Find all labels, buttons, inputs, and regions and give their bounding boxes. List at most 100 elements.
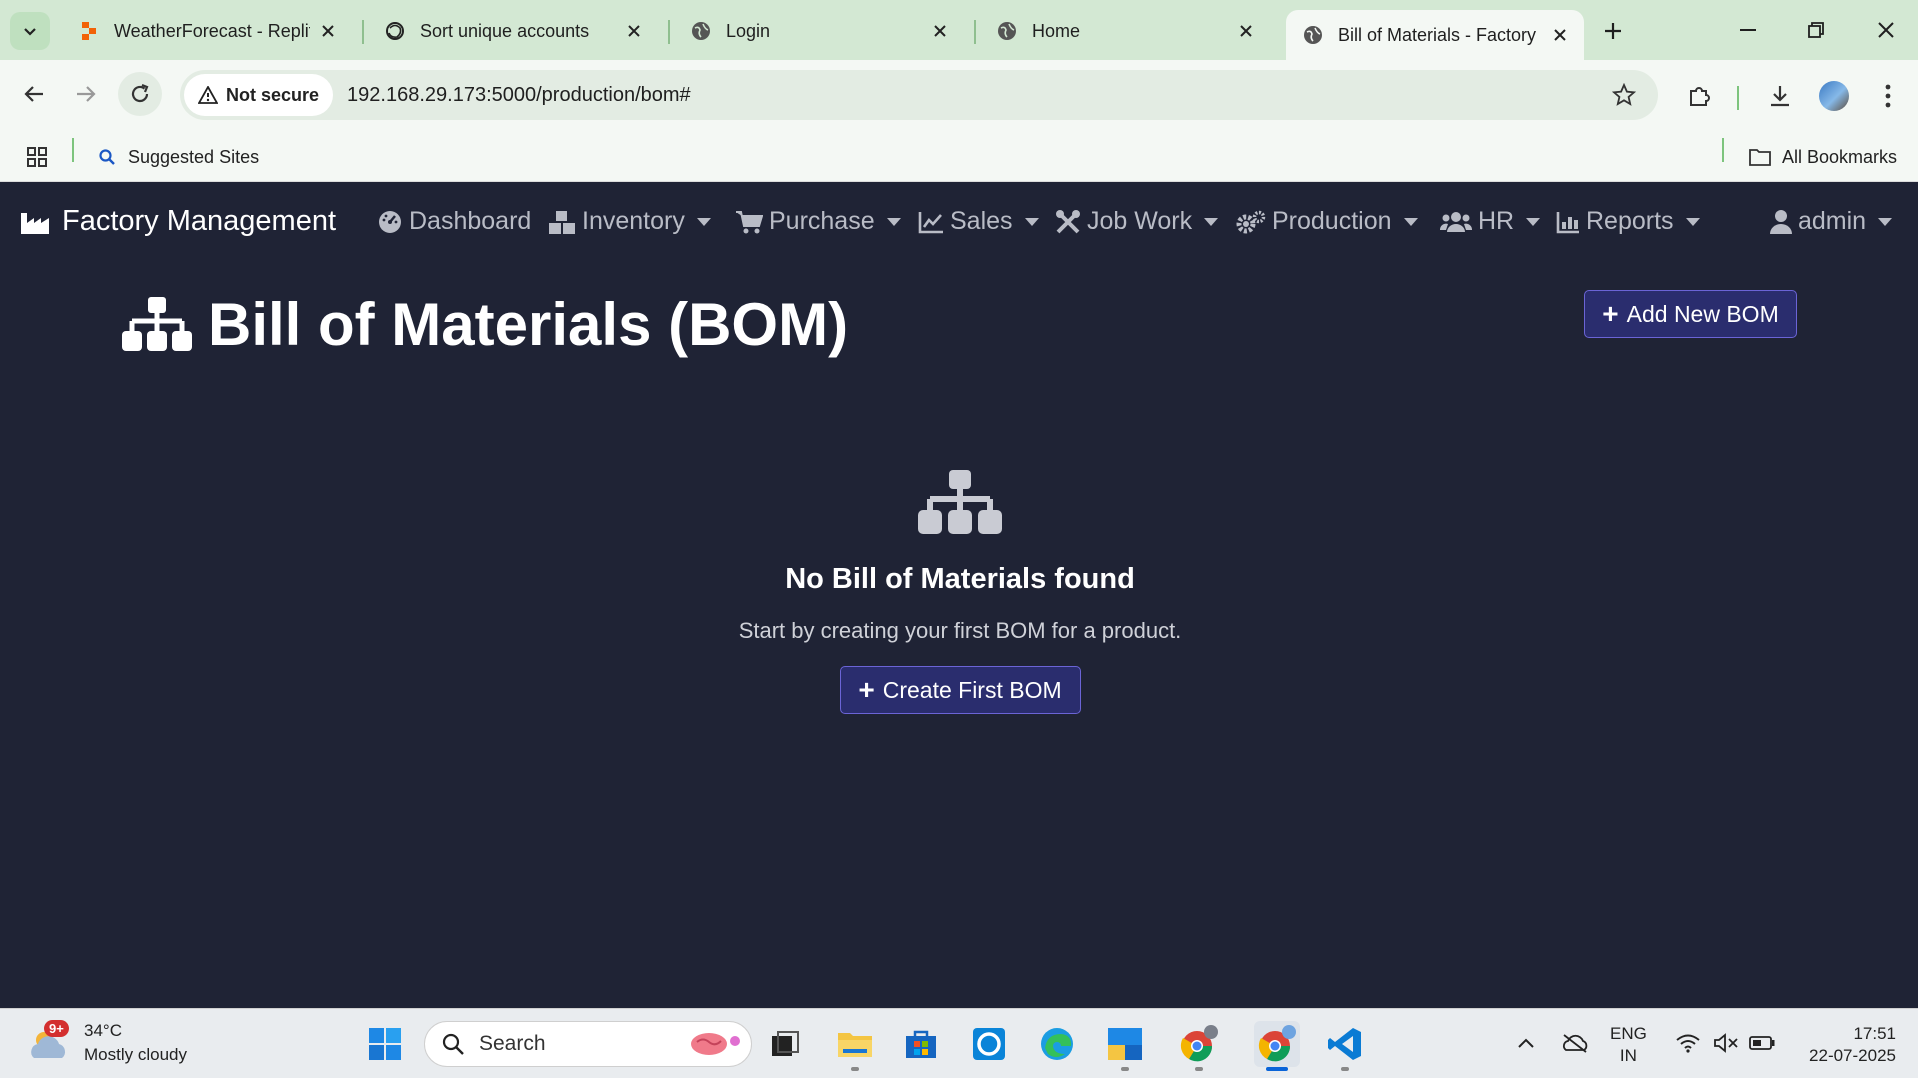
create-first-bom-button[interactable]: + Create First BOM bbox=[839, 666, 1081, 714]
security-label: Not secure bbox=[226, 84, 320, 105]
caret-down-icon bbox=[1878, 217, 1893, 226]
weather-widget[interactable]: 9+ 34°C Mostly cloudy bbox=[26, 1019, 187, 1067]
arrow-right-icon bbox=[77, 86, 96, 102]
tab-home[interactable]: Home bbox=[980, 10, 1270, 52]
nav-sales[interactable]: Sales bbox=[918, 207, 1039, 236]
notes-app-icon bbox=[1108, 1028, 1142, 1060]
nav-job-work[interactable]: Job Work bbox=[1055, 207, 1219, 236]
nav-purchase[interactable]: Purchase bbox=[735, 207, 901, 236]
tab-search-button[interactable] bbox=[10, 12, 50, 50]
apps-button[interactable] bbox=[26, 142, 48, 172]
taskbar-search[interactable]: Search bbox=[424, 1021, 752, 1067]
close-icon[interactable] bbox=[930, 21, 950, 41]
reload-button[interactable] bbox=[118, 72, 162, 116]
folder-icon bbox=[838, 1033, 872, 1057]
new-tab-button[interactable] bbox=[1596, 16, 1630, 46]
add-new-bom-button[interactable]: + Add New BOM bbox=[1584, 290, 1797, 338]
bookmark-star-button[interactable] bbox=[1604, 83, 1644, 107]
forward-button[interactable] bbox=[64, 72, 108, 116]
bookmarks-bar: Suggested Sites All Bookmarks bbox=[0, 132, 1918, 182]
page-title: Bill of Materials (BOM) bbox=[122, 290, 848, 359]
cortana-button[interactable] bbox=[966, 1021, 1012, 1067]
extensions-button[interactable] bbox=[1682, 78, 1718, 114]
show-hidden-icons-button[interactable] bbox=[1514, 1031, 1538, 1055]
globe-icon bbox=[690, 20, 712, 42]
close-icon[interactable] bbox=[624, 21, 644, 41]
close-window-button[interactable] bbox=[1866, 14, 1906, 46]
active-indicator bbox=[1266, 1067, 1288, 1071]
bookmark-all-bookmarks[interactable]: All Bookmarks bbox=[1748, 142, 1897, 172]
caret-down-icon bbox=[886, 217, 901, 226]
profile-button[interactable] bbox=[1816, 78, 1852, 114]
start-button[interactable] bbox=[362, 1021, 408, 1067]
address-bar[interactable]: Not secure 192.168.29.173:5000/productio… bbox=[180, 70, 1658, 120]
tab-bill-of-materials[interactable]: Bill of Materials - Factory bbox=[1286, 10, 1584, 60]
volume-button[interactable] bbox=[1712, 1031, 1740, 1055]
bookmark-suggested-sites[interactable]: Suggested Sites bbox=[98, 142, 259, 172]
sticky-notes-button[interactable] bbox=[1102, 1021, 1148, 1071]
caret-down-icon bbox=[1403, 217, 1418, 226]
minimize-icon bbox=[1740, 29, 1756, 31]
store-icon bbox=[906, 1030, 936, 1058]
plus-icon: + bbox=[858, 674, 875, 705]
plus-icon: + bbox=[1602, 298, 1619, 329]
nav-reports[interactable]: Reports bbox=[1556, 207, 1700, 236]
clock[interactable]: 17:51 22-07-2025 bbox=[1796, 1023, 1896, 1067]
taskbar: 9+ 34°C Mostly cloudy Search ENG IN 17:5… bbox=[0, 1008, 1918, 1078]
folder-icon bbox=[1749, 149, 1771, 166]
nav-production[interactable]: Production bbox=[1236, 207, 1418, 236]
puzzle-icon bbox=[1690, 87, 1710, 106]
tab-sort-unique-accounts[interactable]: Sort unique accounts bbox=[368, 10, 658, 52]
battery-button[interactable] bbox=[1748, 1031, 1776, 1055]
weather-desc: Mostly cloudy bbox=[84, 1045, 187, 1064]
close-icon[interactable] bbox=[1550, 25, 1570, 45]
warning-icon bbox=[198, 86, 218, 104]
wifi-button[interactable] bbox=[1674, 1031, 1702, 1055]
nav-label: Job Work bbox=[1087, 207, 1193, 235]
wifi-icon bbox=[1676, 1034, 1700, 1053]
chrome-button[interactable] bbox=[1254, 1021, 1300, 1071]
user-name: admin bbox=[1798, 207, 1867, 235]
edge-button[interactable] bbox=[1034, 1021, 1080, 1067]
onedrive-button[interactable] bbox=[1560, 1031, 1590, 1055]
nav-label: Reports bbox=[1586, 207, 1674, 235]
page-title-text: Bill of Materials (BOM) bbox=[208, 291, 849, 358]
task-view-icon bbox=[772, 1031, 799, 1056]
weather-temp: 34°C bbox=[84, 1021, 122, 1040]
url-text[interactable]: 192.168.29.173:5000/production/bom# bbox=[347, 84, 1604, 107]
reload-icon bbox=[131, 83, 149, 103]
restore-button[interactable] bbox=[1796, 14, 1836, 46]
button-label: Add New BOM bbox=[1626, 300, 1779, 327]
running-indicator bbox=[851, 1067, 859, 1071]
task-view-button[interactable] bbox=[762, 1021, 808, 1067]
nav-hr[interactable]: HR bbox=[1440, 207, 1541, 236]
chrome-icon bbox=[1258, 1025, 1296, 1062]
caret-down-icon bbox=[1024, 217, 1039, 226]
minimize-button[interactable] bbox=[1728, 14, 1768, 46]
language-indicator[interactable]: ENG IN bbox=[1610, 1023, 1647, 1067]
nav-dashboard[interactable]: Dashboard bbox=[377, 207, 531, 236]
tab-login[interactable]: Login bbox=[674, 10, 964, 52]
menu-button[interactable] bbox=[1870, 78, 1906, 114]
back-button[interactable] bbox=[12, 72, 56, 116]
microsoft-store-button[interactable] bbox=[898, 1021, 944, 1067]
nav-user-menu[interactable]: admin bbox=[1770, 207, 1893, 236]
file-explorer-button[interactable] bbox=[832, 1021, 878, 1071]
app-navbar: Factory Management Dashboard Inventory P… bbox=[0, 183, 1918, 267]
security-indicator[interactable]: Not secure bbox=[184, 74, 334, 116]
line-chart-icon bbox=[918, 210, 944, 234]
vscode-button[interactable] bbox=[1322, 1021, 1368, 1071]
clock-time: 17:51 bbox=[1853, 1024, 1896, 1043]
tab-title: Sort unique accounts bbox=[420, 20, 590, 41]
close-icon[interactable] bbox=[318, 21, 338, 41]
downloads-button[interactable] bbox=[1762, 78, 1798, 114]
close-icon bbox=[1878, 22, 1894, 38]
chrome-profile-button[interactable] bbox=[1176, 1021, 1222, 1071]
gears-icon bbox=[1236, 209, 1266, 235]
battery-icon bbox=[1749, 1036, 1775, 1050]
tab-weatherforecast[interactable]: WeatherForecast - Replit bbox=[62, 10, 352, 52]
close-icon[interactable] bbox=[1236, 21, 1256, 41]
nav-inventory[interactable]: Inventory bbox=[548, 207, 711, 236]
nav-label: Inventory bbox=[582, 207, 685, 235]
brand[interactable]: Factory Management bbox=[20, 205, 336, 238]
